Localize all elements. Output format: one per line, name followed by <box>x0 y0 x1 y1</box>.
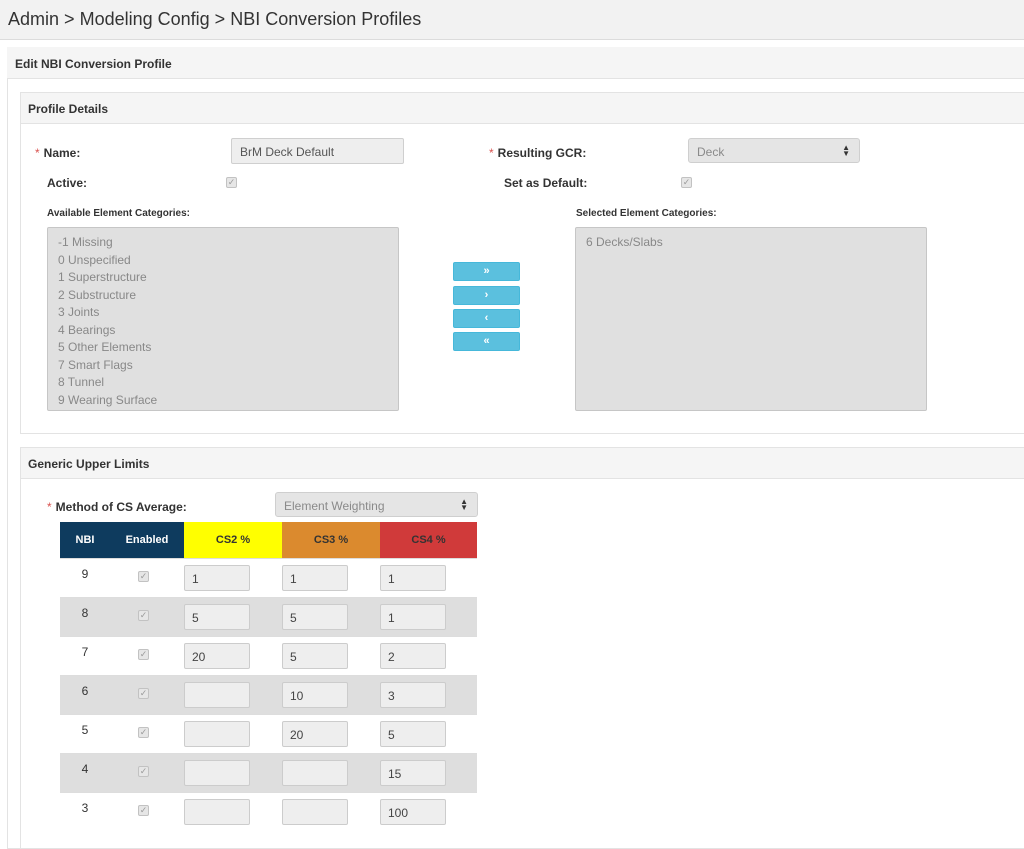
cs4-input[interactable]: 15 <box>380 760 446 786</box>
select-arrows-icon: ▲ ▼ <box>842 143 850 158</box>
resulting-gcr-value: Deck <box>697 145 725 159</box>
cs3-input[interactable]: 5 <box>282 604 348 630</box>
select-arrows-icon: ▲ ▼ <box>460 497 468 512</box>
name-label: * Name: <box>35 146 81 160</box>
cs4-input[interactable]: 5 <box>380 721 446 747</box>
column-header-nbi: NBI <box>60 522 110 558</box>
remove-all-button[interactable]: « <box>453 332 520 351</box>
enabled-checkbox[interactable]: ✓ <box>138 805 149 816</box>
table-row: 3 ✓ 100 <box>60 792 477 832</box>
list-item[interactable]: 4 Bearings <box>58 322 388 340</box>
resulting-gcr-select[interactable]: Deck ▲ ▼ <box>688 138 860 163</box>
set-as-default-label: Set as Default: <box>504 176 588 190</box>
cs2-input[interactable] <box>184 682 250 708</box>
cs4-input[interactable]: 100 <box>380 799 446 825</box>
cs3-input[interactable]: 5 <box>282 643 348 669</box>
cs4-input[interactable]: 1 <box>380 565 446 591</box>
method-cs-average-value: Element Weighting <box>284 499 385 513</box>
cs2-input[interactable]: 5 <box>184 604 250 630</box>
nbi-value: 5 <box>81 723 89 737</box>
column-header-cs3: CS3 % <box>282 522 380 558</box>
column-header-enabled: Enabled <box>110 522 184 558</box>
remove-selected-button[interactable]: ‹ <box>453 309 520 328</box>
table-row: 4 ✓ 15 <box>60 753 477 793</box>
cs2-input[interactable]: 1 <box>184 565 250 591</box>
enabled-checkbox[interactable]: ✓ <box>138 688 149 699</box>
cs3-input[interactable] <box>282 760 348 786</box>
list-item[interactable]: 7 Smart Flags <box>58 357 388 375</box>
list-item[interactable]: 3 Joints <box>58 304 388 322</box>
table-row: 7 ✓ 20 5 2 <box>60 636 477 676</box>
list-item[interactable]: 2 Substructure <box>58 287 388 305</box>
available-categories-list[interactable]: -1 Missing 0 Unspecified 1 Superstructur… <box>47 227 399 411</box>
add-selected-button[interactable]: › <box>453 286 520 305</box>
table-row: 8 ✓ 5 5 1 <box>60 597 477 637</box>
enabled-checkbox[interactable]: ✓ <box>138 649 149 660</box>
cs2-input[interactable] <box>184 799 250 825</box>
nbi-value: 3 <box>81 801 89 815</box>
nbi-value: 7 <box>81 645 89 659</box>
breadcrumb-item-nbi-conversion-profiles: NBI Conversion Profiles <box>230 9 422 29</box>
list-item[interactable]: 0 Unspecified <box>58 252 388 270</box>
column-header-cs2: CS2 % <box>184 522 282 558</box>
list-item[interactable]: 6 Decks/Slabs <box>586 234 916 252</box>
cs3-input[interactable]: 1 <box>282 565 348 591</box>
cs2-input[interactable]: 20 <box>184 643 250 669</box>
cs4-input[interactable]: 3 <box>380 682 446 708</box>
cs3-input[interactable]: 20 <box>282 721 348 747</box>
selected-categories-list[interactable]: 6 Decks/Slabs <box>575 227 927 411</box>
method-cs-average-select[interactable]: Element Weighting ▲ ▼ <box>275 492 478 517</box>
profile-details-header <box>21 93 1024 124</box>
nbi-value: 8 <box>81 606 89 620</box>
available-categories-label: Available Element Categories: <box>47 208 191 219</box>
breadcrumb: Admin > Modeling Config > NBI Conversion… <box>8 9 421 30</box>
table-row: 9 ✓ 1 1 1 <box>60 558 477 598</box>
method-cs-average-label: * Method of CS Average: <box>47 500 187 514</box>
column-header-cs4: CS4 % <box>380 522 477 558</box>
list-item[interactable]: -1 Missing <box>58 234 388 252</box>
set-as-default-checkbox[interactable]: ✓ <box>681 177 692 188</box>
list-item[interactable]: 5 Other Elements <box>58 339 388 357</box>
breadcrumb-separator: > <box>214 9 226 29</box>
breadcrumb-item-admin[interactable]: Admin <box>8 9 59 29</box>
nbi-value: 9 <box>81 567 89 581</box>
cs3-input[interactable]: 10 <box>282 682 348 708</box>
active-label: Active: <box>47 176 88 190</box>
breadcrumb-item-modeling-config[interactable]: Modeling Config <box>80 9 210 29</box>
active-checkbox[interactable]: ✓ <box>226 177 237 188</box>
edit-profile-title: Edit NBI Conversion Profile <box>15 57 172 71</box>
enabled-checkbox[interactable]: ✓ <box>138 571 149 582</box>
enabled-checkbox[interactable]: ✓ <box>138 766 149 777</box>
cs4-input[interactable]: 1 <box>380 604 446 630</box>
cs2-input[interactable] <box>184 760 250 786</box>
nbi-value: 6 <box>81 684 89 698</box>
cs3-input[interactable] <box>282 799 348 825</box>
generic-upper-limits-header <box>21 448 1024 479</box>
nbi-value: 4 <box>81 762 89 776</box>
list-item[interactable]: 9 Wearing Surface <box>58 392 388 410</box>
cs4-input[interactable]: 2 <box>380 643 446 669</box>
enabled-checkbox[interactable]: ✓ <box>138 610 149 621</box>
table-row: 5 ✓ 20 5 <box>60 714 477 754</box>
profile-details-title: Profile Details <box>28 102 109 116</box>
generic-upper-limits-title: Generic Upper Limits <box>28 457 150 471</box>
cs2-input[interactable] <box>184 721 250 747</box>
enabled-checkbox[interactable]: ✓ <box>138 727 149 738</box>
resulting-gcr-label: * Resulting GCR: <box>489 146 587 160</box>
breadcrumb-separator: > <box>64 9 75 29</box>
selected-categories-label: Selected Element Categories: <box>576 208 717 219</box>
list-item[interactable]: 8 Tunnel <box>58 374 388 392</box>
name-field[interactable]: BrM Deck Default <box>231 138 404 164</box>
table-row: 6 ✓ 10 3 <box>60 675 477 715</box>
add-all-button[interactable]: » <box>453 262 520 281</box>
list-item[interactable]: 1 Superstructure <box>58 269 388 287</box>
